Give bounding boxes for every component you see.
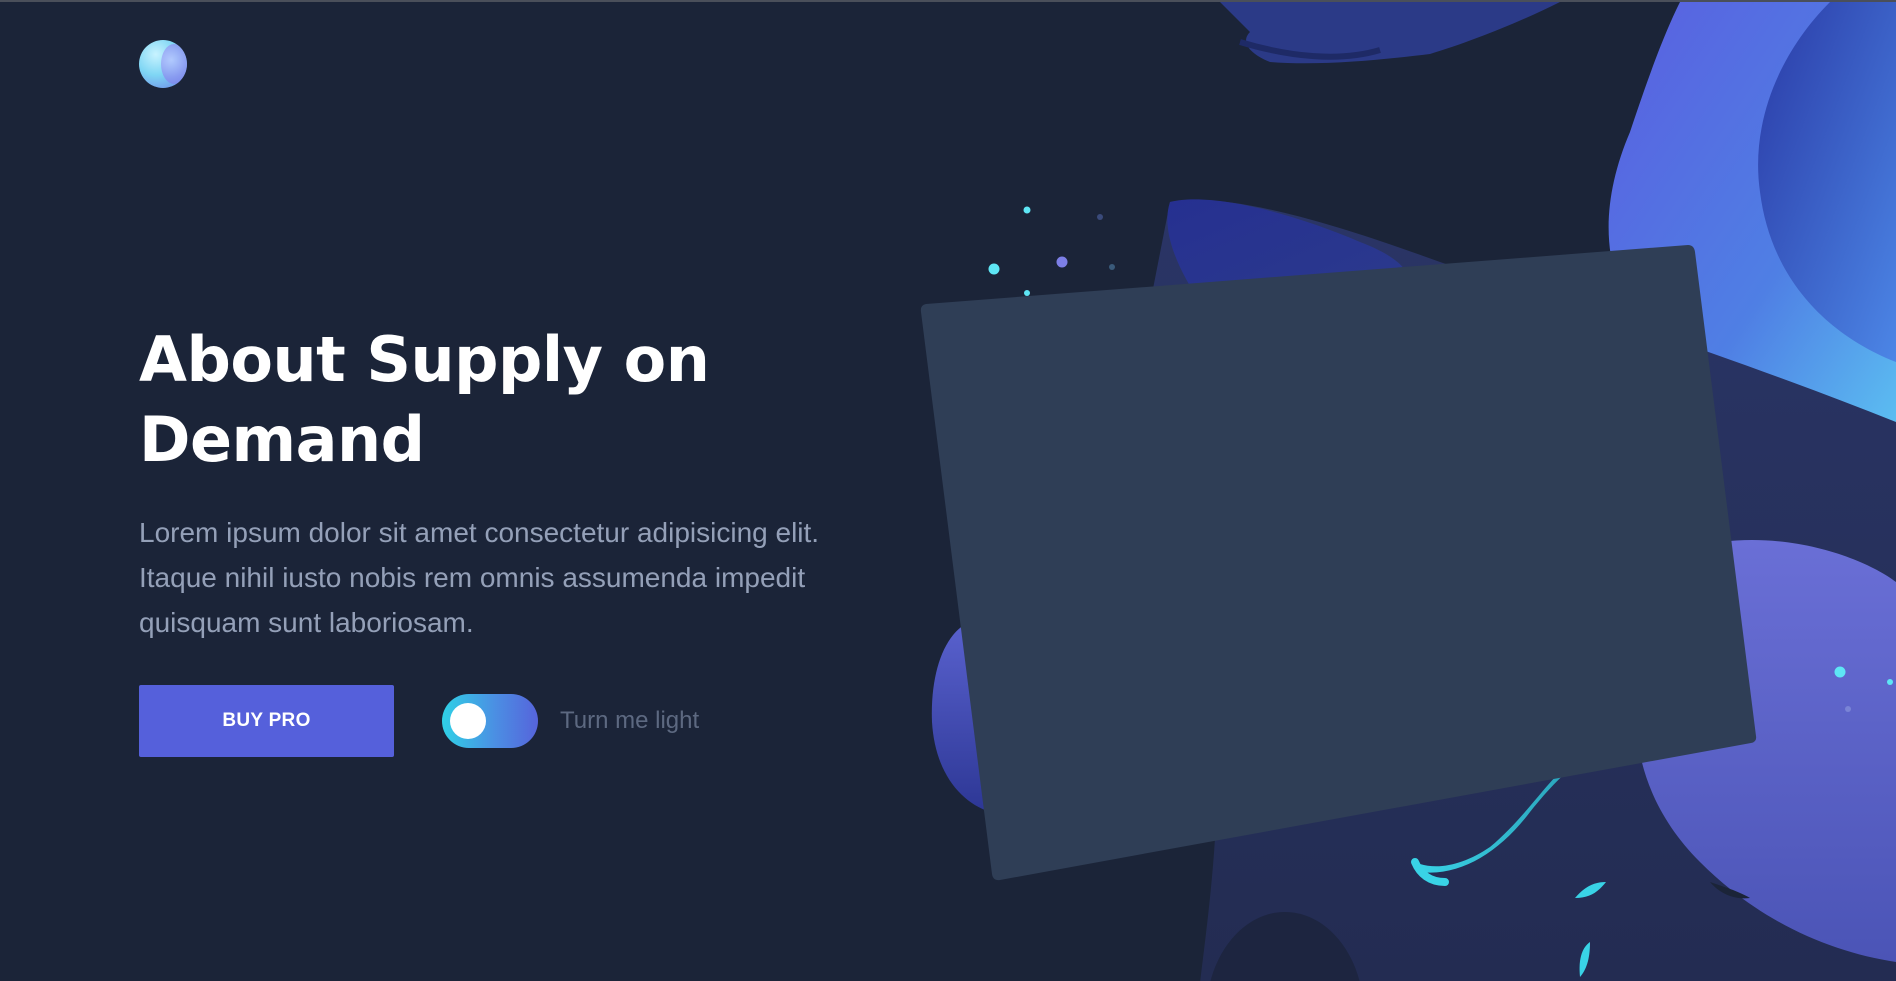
theme-toggle[interactable] (442, 694, 538, 748)
logo-icon[interactable] (139, 40, 187, 88)
page-title: About Supply on Demand (139, 323, 710, 476)
buy-pro-button[interactable]: BUY PRO (139, 685, 394, 757)
hero-actions: BUY PRO Turn me light (139, 685, 699, 757)
toggle-label: Turn me light (560, 707, 700, 734)
landing-page: About Supply on Demand Lorem ipsum dolor… (0, 0, 1896, 981)
hero-section: About Supply on Demand Lorem ipsum dolor… (139, 320, 859, 645)
toggle-knob (450, 703, 486, 739)
hero-description: Lorem ipsum dolor sit amet consectetur a… (139, 517, 820, 638)
